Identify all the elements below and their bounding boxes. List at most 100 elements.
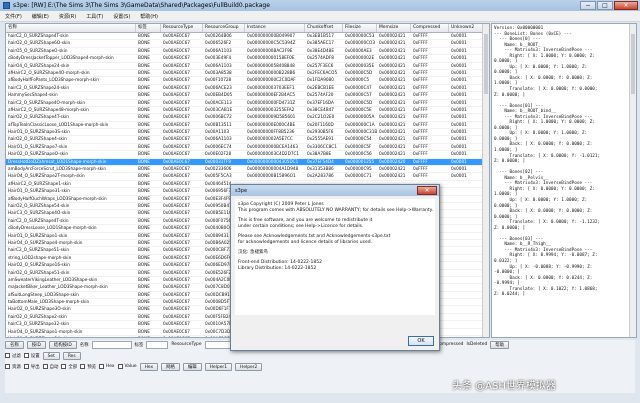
hex-button[interactable]: Hex [139, 362, 159, 371]
table-cell: 0x38CE4B47 [307, 106, 334, 112]
menu-tools[interactable]: 工具(T) [81, 13, 108, 20]
auto-label: 自动 [49, 364, 59, 370]
table-cell: amBodyArcForceScrut_LOD3Shape-morph-skin [8, 166, 107, 172]
table-cell: 0xFFFF [413, 69, 428, 75]
edit-button[interactable]: 编辑 [182, 362, 202, 371]
table-cell: 0x003CAB1E [205, 106, 233, 112]
column-header[interactable]: Compressed [411, 24, 449, 32]
table-row[interactable]: hairO5_O_SURZShapeO-skin BONE 0x00AE0C67 0x… [6, 48, 489, 56]
table-cell: 0x00AE0C67 [163, 180, 190, 186]
table-row[interactable]: hairC2_O_SURZShape24-skin BONE 0x00AE0C67 0… [6, 84, 489, 93]
menu-settings[interactable]: 设置(S) [108, 13, 135, 20]
table-cell: HairO1_O_SURZShape1-skin [8, 232, 68, 238]
column-header[interactable]: 标签 [136, 24, 161, 32]
list-scrollbar[interactable] [482, 24, 489, 337]
table-row[interactable]: afHairC2_O_SURZShape4O-morph-skin BONE 0x0… [6, 69, 489, 78]
table-row[interactable]: hairO2_O_SURZShape4T-skin BONE 0x00AE0C67 0… [6, 114, 489, 122]
table-row[interactable]: HairO1_O_SURZShape7-skin BONE 0x00AE0C67 0x… [6, 144, 489, 152]
set-button[interactable]: Set [42, 351, 60, 360]
table-cell: 0x006526F2 [205, 40, 232, 46]
sort-struct-button[interactable]: 结构按ID [48, 340, 77, 349]
table-row[interactable]: HairO2_O_SURZShapeO-skin BONE 0x00AE0C67 0x… [6, 151, 489, 159]
column-header[interactable]: ResourceGroup [203, 24, 245, 32]
maximize-button[interactable]: □ [597, 0, 613, 10]
table-cell: 0x0000000000B228B6 [247, 69, 296, 75]
table-cell: 0x00AE0C67 [163, 84, 190, 90]
resource-preview[interactable]: Version: 0x00000001 --- BoneList: Bones … [491, 23, 637, 338]
table-row[interactable]: afTopTeaInClassicLoose_LOD1Shape-morph-s… [6, 122, 489, 130]
table-row[interactable]: DressHotDoDZahmsat_LOD1Shape-morph-skin B… [6, 158, 489, 167]
table-row[interactable]: HammySecShape4-skin BONE 0x00AE0C67 0x00EB4… [6, 92, 489, 100]
filter-name-field[interactable] [91, 340, 132, 349]
table-row[interactable]: afBodyHalfFoPants_LOD3Shape-morph-skin BO… [6, 77, 489, 85]
table-row[interactable]: hairO4_O_SURZShape24-skin BONE 0x00AE0C67 0… [6, 63, 489, 70]
table-cell: 0x00AE0C67 [163, 99, 190, 105]
reset-button[interactable]: Res [62, 351, 81, 360]
table-cell: afBodyHalfOuchWraps_LOD3Shape-morph-skin [8, 195, 107, 201]
table-cell: BONE [138, 136, 150, 142]
table-cell: 0xFFFF [413, 62, 428, 68]
table-row[interactable]: hairO2_O_SURZShape4-skin BONE 0x00AE0C67 0x… [6, 136, 489, 144]
table-row[interactable]: hairO2_O_SURZShape6O-skin BONE 0x00AE0C67 0… [6, 40, 489, 48]
table-cell: 0x00002421 [379, 99, 406, 105]
sort-name-button[interactable]: 名称 [5, 340, 24, 349]
resource-checkbox[interactable] [5, 364, 10, 369]
column-header[interactable]: Chunkoffset [305, 24, 343, 32]
column-header[interactable]: Memsize [377, 24, 411, 32]
table-cell: 0x2FEC6ACO5 [307, 69, 338, 75]
table-cell: 0x00000000EF2B4AC5 [247, 92, 296, 98]
hex-checkbox[interactable] [98, 364, 104, 369]
menu-edit[interactable]: 编辑(E) [27, 13, 54, 20]
table-cell: 0x000000000B049907 [247, 33, 295, 38]
table-cell: HairO2_O_SURZShape3O-skin [8, 306, 71, 312]
filter-set-checkbox[interactable] [23, 353, 29, 358]
helper2-button[interactable]: Helper2 [235, 362, 263, 371]
filter-label: 标签 [134, 342, 144, 348]
column-header[interactable]: Filesize [343, 24, 377, 32]
grid-button[interactable]: 网格 [161, 362, 180, 371]
table-row[interactable]: HairO1_O_SURZShape3S-skin BONE 0x00AE0C67 0… [6, 129, 489, 137]
table-cell: 0x2574AF20 [307, 92, 334, 98]
table-cell: 0xFFFF [413, 99, 428, 105]
table-cell: 0xFFFF [413, 158, 428, 164]
dialog-close-button[interactable]: ✕ [417, 186, 437, 195]
table-cell: 0xFFFF [413, 84, 428, 90]
scroll-thumb[interactable] [484, 34, 488, 94]
table-row[interactable]: cBodyDressJacketTopper_LOD3Shape4-morph-… [6, 55, 489, 63]
helper1-button[interactable]: Helper1 [204, 362, 233, 371]
ok-button[interactable]: OK [408, 336, 434, 346]
minimize-button[interactable]: − [580, 0, 596, 10]
sort-id-button[interactable]: 按ID [26, 340, 46, 349]
table-cell: 0x00F10728 [205, 77, 232, 83]
column-header[interactable]: Instance [245, 24, 305, 32]
menu-resource[interactable]: 资源(R) [54, 13, 81, 20]
table-row[interactable]: amBodyArcForceScrut_LOD3Shape-morph-skin… [6, 166, 489, 174]
table-cell: 0x31353B86 [307, 166, 334, 172]
scroll-thumb[interactable] [631, 34, 635, 94]
table-cell: 0x00002421 [379, 92, 406, 98]
table-row[interactable]: afHairC2_O_SURZShape48-morph-skin BONE 0x0… [6, 106, 489, 115]
table-row[interactable]: hairC2_O_SURZShape4O-morph-skin BONE 0x00A… [6, 100, 489, 107]
filter-label: IsDeleted [466, 342, 488, 347]
table-cell: BONE [138, 180, 150, 186]
menu-file[interactable]: 文件(F) [0, 13, 27, 20]
filter-checkbox[interactable] [5, 353, 10, 358]
preview-scrollbar[interactable] [629, 24, 636, 337]
filter-tag-field[interactable] [146, 340, 169, 349]
preview-checkbox[interactable] [80, 364, 86, 369]
export-checkbox[interactable] [23, 364, 29, 369]
table-cell: 0x00000C95 [345, 166, 372, 172]
column-header[interactable]: ResourceType [161, 24, 203, 32]
column-header[interactable]: 名称 [6, 24, 136, 32]
value-checkbox[interactable] [117, 364, 123, 369]
table-cell: BONE [138, 173, 150, 179]
table-cell: 0x000000C31B [345, 129, 377, 135]
all-checkbox[interactable] [61, 364, 67, 369]
table-row[interactable]: HairO4_O_SURZShape2T-morph-skin BONE 0x00A… [6, 173, 489, 181]
close-button[interactable]: ✕ [614, 0, 638, 10]
auto-checkbox[interactable] [42, 364, 48, 369]
menu-help[interactable]: 帮助(H) [135, 13, 163, 20]
help-button[interactable]: 帮助 [490, 340, 510, 349]
table-cell: BONE [138, 217, 150, 223]
table-row[interactable]: hairC2_O_SURZShape4T-skin BONE 0x00AE0C67 0… [6, 33, 489, 41]
